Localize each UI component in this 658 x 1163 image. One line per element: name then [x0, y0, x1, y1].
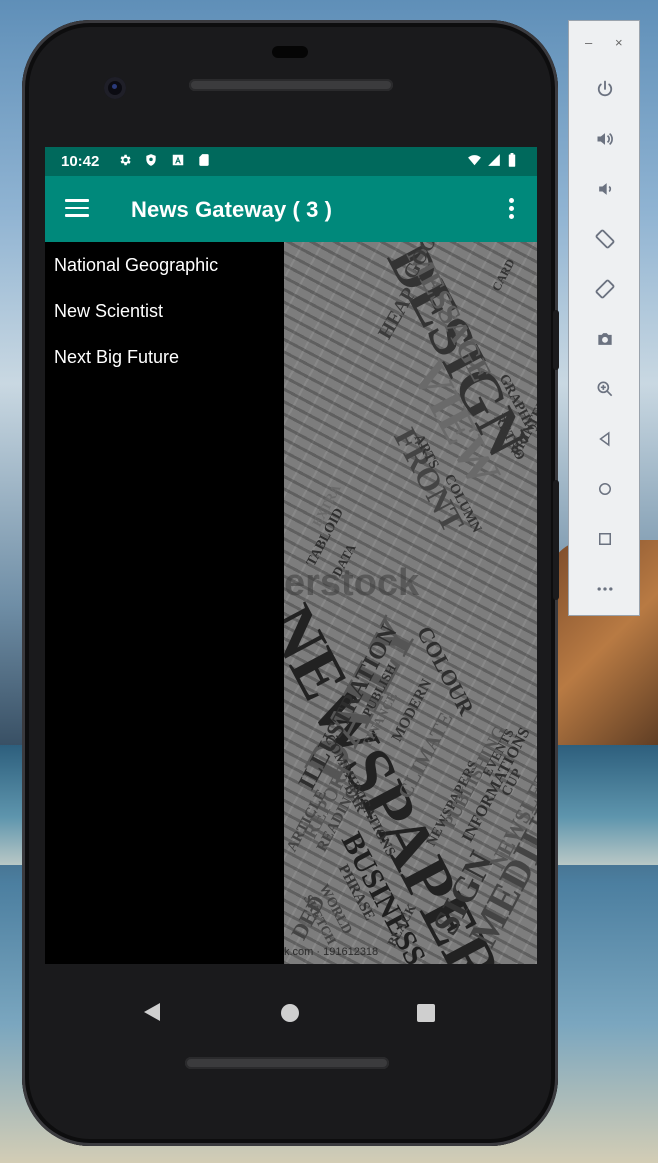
more-options-icon[interactable] — [509, 198, 515, 220]
rotate-right-icon[interactable] — [591, 275, 619, 303]
side-button — [553, 480, 559, 600]
bg-watermark: erstock — [284, 562, 420, 604]
battery-icon — [508, 153, 516, 167]
shield-icon — [146, 154, 156, 166]
nav-back-button[interactable] — [144, 1003, 160, 1021]
sd-card-icon — [199, 154, 209, 166]
drawer-item-new-scientist[interactable]: New Scientist — [54, 296, 163, 326]
app-bar: News Gateway ( 3 ) — [45, 176, 537, 242]
wifi-icon — [468, 155, 481, 166]
app-title: News Gateway ( 3 ) — [131, 197, 333, 222]
close-button[interactable]: × — [615, 35, 623, 50]
font-icon — [172, 154, 184, 166]
image-caption: k.com · 191612318 — [284, 946, 379, 958]
settings-icon — [120, 154, 131, 166]
emulator-toolbar: – × — [568, 20, 640, 616]
back-icon[interactable] — [591, 425, 619, 453]
bottom-speaker — [185, 1057, 389, 1069]
newspaper-background-image: NEWSPAPER DESIGN DAILY MESSAGE GOOD HEAP… — [284, 242, 537, 964]
front-camera — [104, 77, 126, 99]
volume-up-icon[interactable] — [591, 125, 619, 153]
home-icon[interactable] — [591, 475, 619, 503]
more-icon[interactable] — [591, 575, 619, 603]
navigation-drawer: National Geographic New Scientist Next B… — [45, 242, 284, 964]
minimize-button[interactable]: – — [585, 35, 592, 50]
phone-notch — [272, 46, 308, 58]
power-icon[interactable] — [591, 75, 619, 103]
status-bar: 10:42 — [45, 147, 537, 176]
status-time: 10:42 — [61, 153, 100, 170]
camera-icon[interactable] — [591, 325, 619, 353]
nav-recents-button[interactable] — [417, 1004, 435, 1022]
drawer-item-national-geographic[interactable]: National Geographic — [54, 250, 218, 280]
phone-screen: 10:42 News Gateway ( 3 ) National Geogra… — [45, 147, 537, 964]
zoom-icon[interactable] — [591, 375, 619, 403]
menu-icon[interactable] — [65, 199, 89, 217]
drawer-item-next-big-future[interactable]: Next Big Future — [54, 342, 179, 372]
side-button — [553, 310, 559, 370]
nav-home-button[interactable] — [281, 1004, 299, 1022]
volume-down-icon[interactable] — [591, 175, 619, 203]
overview-icon[interactable] — [591, 525, 619, 553]
rotate-left-icon[interactable] — [591, 225, 619, 253]
bg-word: CARD — [489, 256, 518, 294]
cell-signal-icon — [488, 154, 500, 166]
earpiece-speaker — [189, 79, 393, 91]
